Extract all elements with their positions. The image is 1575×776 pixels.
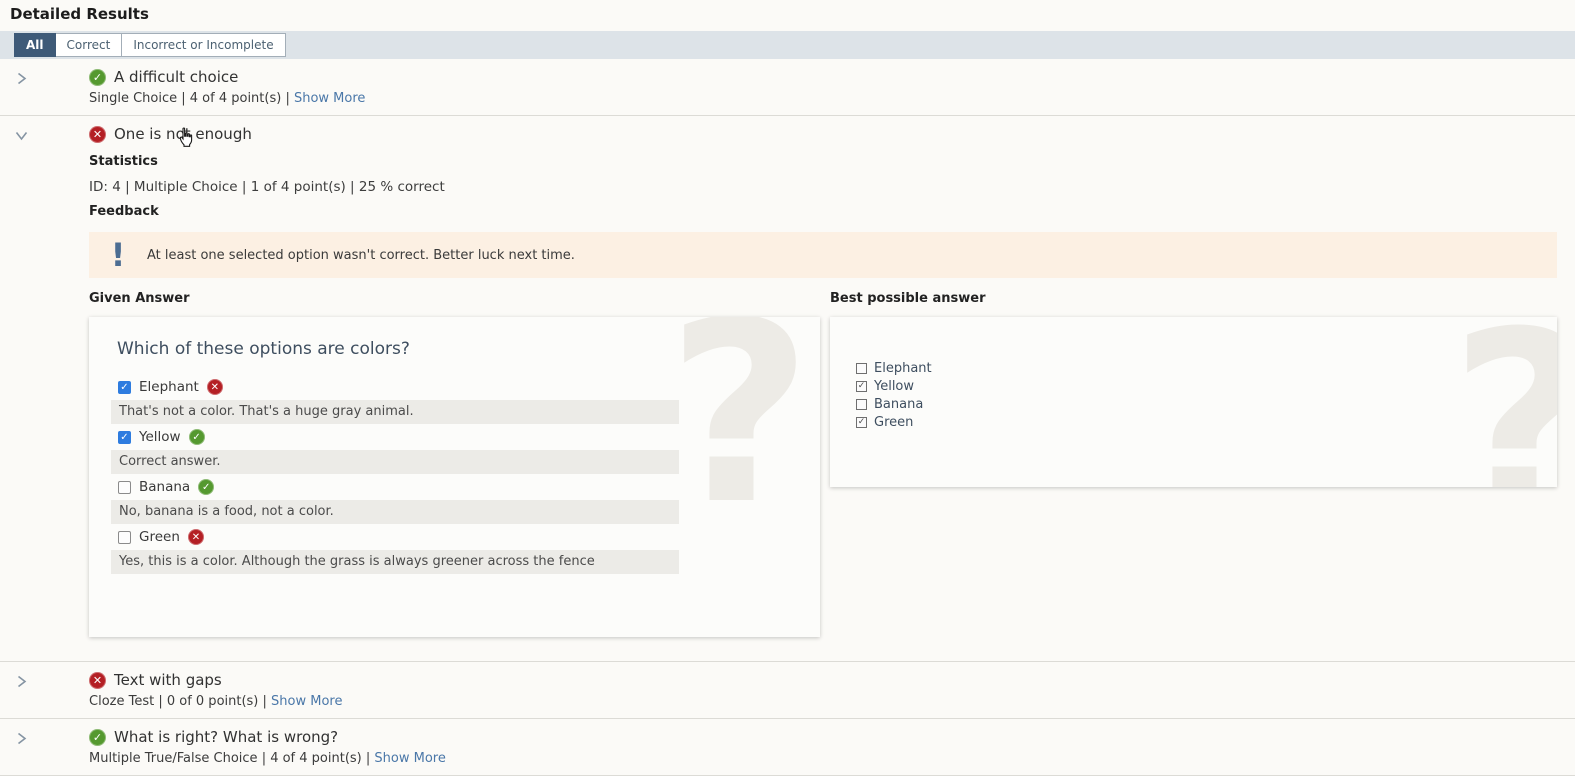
given-answer-heading: Given Answer <box>89 291 820 307</box>
checkbox-unchecked <box>856 399 867 410</box>
incorrect-x-icon <box>89 672 106 689</box>
checkbox-unchecked <box>856 363 867 374</box>
best-option-elephant: Elephant <box>856 361 1557 375</box>
statistics-text: ID: 4 | Multiple Choice | 1 of 4 point(s… <box>89 179 1557 195</box>
best-answer-heading: Best possible answer <box>830 291 1557 307</box>
option-feedback: That's not a color. That's a huge gray a… <box>111 400 679 424</box>
show-more-link[interactable]: Show More <box>294 91 365 106</box>
question-meta: Cloze Test | 0 of 0 point(s) | <box>89 694 267 709</box>
show-more-link[interactable]: Show More <box>271 694 342 709</box>
option-feedback: No, banana is a food, not a color. <box>111 500 679 524</box>
given-answer-panel: ? Which of these options are colors? Ele… <box>89 317 820 637</box>
option-label: Green <box>139 529 180 545</box>
best-option-yellow: Yellow <box>856 379 1557 393</box>
incorrect-x-icon <box>89 126 106 143</box>
checkbox-checked <box>856 381 867 392</box>
statistics-heading: Statistics <box>89 154 1557 169</box>
feedback-message: At least one selected option wasn't corr… <box>147 248 575 263</box>
option-label: Elephant <box>874 361 932 376</box>
option-label: Yellow <box>874 379 914 394</box>
option-label: Banana <box>874 397 923 412</box>
show-more-link[interactable]: Show More <box>374 751 445 766</box>
tab-all[interactable]: All <box>14 33 56 57</box>
best-option-green: Green <box>856 415 1557 429</box>
question-meta: Multiple True/False Choice | 4 of 4 poin… <box>89 751 370 766</box>
given-option-yellow: Yellow <box>118 428 820 446</box>
feedback-heading: Feedback <box>89 204 1557 219</box>
question-title[interactable]: A difficult choice <box>114 68 238 86</box>
question-title[interactable]: Text with gaps <box>114 671 222 689</box>
given-option-banana: Banana <box>118 478 820 496</box>
given-option-elephant: Elephant <box>118 378 820 396</box>
tab-incorrect-or-incomplete[interactable]: Incorrect or Incomplete <box>122 33 285 57</box>
option-label: Yellow <box>139 429 181 445</box>
incorrect-x-icon <box>207 379 223 395</box>
feedback-alert: ! At least one selected option wasn't co… <box>89 232 1557 278</box>
option-label: Banana <box>139 479 190 495</box>
tab-correct[interactable]: Correct <box>56 33 123 57</box>
option-feedback: Yes, this is a color. Although the grass… <box>111 550 679 574</box>
checkbox-checked[interactable] <box>118 431 131 444</box>
chevron-down-icon[interactable] <box>13 127 29 143</box>
question-row-one-is-not-enough: One is not enough Statistics ID: 4 | Mul… <box>0 116 1575 662</box>
question-title[interactable]: What is right? What is wrong? <box>114 728 338 746</box>
correct-check-icon <box>89 729 106 746</box>
option-feedback: Correct answer. <box>111 450 679 474</box>
question-meta: Single Choice | 4 of 4 point(s) | <box>89 91 290 106</box>
best-answer-panel: ? Elephant Yellow Banana Green <box>830 317 1557 487</box>
best-option-banana: Banana <box>856 397 1557 411</box>
page-title: Detailed Results <box>0 0 1575 23</box>
checkbox-checked <box>856 417 867 428</box>
correct-check-icon <box>198 479 214 495</box>
question-row-text-with-gaps: Text with gaps Cloze Test | 0 of 0 point… <box>0 662 1575 719</box>
question-row-a-difficult-choice: A difficult choice Single Choice | 4 of … <box>0 59 1575 116</box>
checkbox-unchecked[interactable] <box>118 481 131 494</box>
chevron-right-icon[interactable] <box>13 70 29 86</box>
option-label: Elephant <box>139 379 199 395</box>
question-text: Which of these options are colors? <box>117 339 820 359</box>
correct-check-icon <box>89 69 106 86</box>
option-label: Green <box>874 415 913 430</box>
chevron-right-icon[interactable] <box>13 730 29 746</box>
filter-tabbar: All Correct Incorrect or Incomplete <box>0 31 1575 59</box>
incorrect-x-icon <box>188 529 204 545</box>
checkbox-checked[interactable] <box>118 381 131 394</box>
checkbox-unchecked[interactable] <box>118 531 131 544</box>
question-row-what-is-right: What is right? What is wrong? Multiple T… <box>0 719 1575 776</box>
given-option-green: Green <box>118 528 820 546</box>
chevron-right-icon[interactable] <box>13 673 29 689</box>
exclamation-icon: ! <box>89 240 147 270</box>
question-title[interactable]: One is not enough <box>114 125 252 143</box>
correct-check-icon <box>189 429 205 445</box>
